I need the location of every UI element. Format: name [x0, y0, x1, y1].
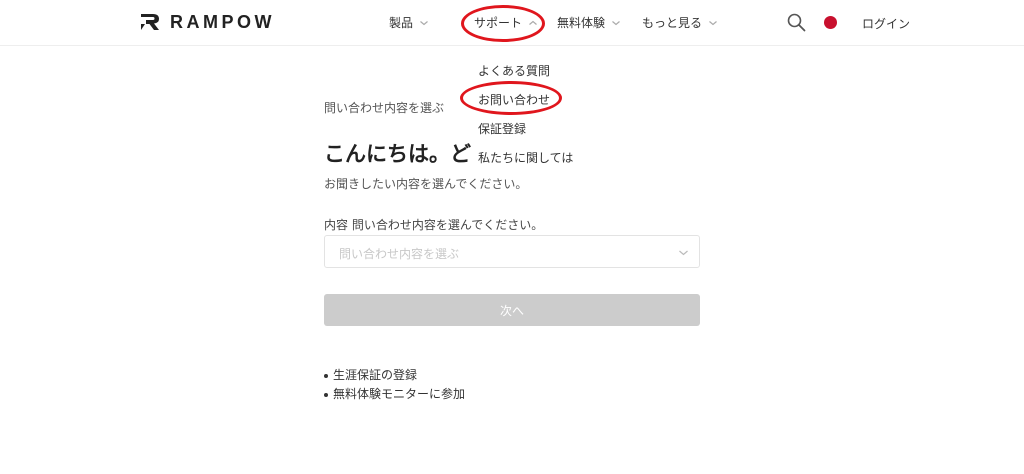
search-icon[interactable] — [787, 13, 806, 32]
support-dropdown-menu: よくある質問 お問い合わせ 保証登録 私たちに関しては — [462, 53, 582, 178]
login-link[interactable]: ログイン — [862, 15, 910, 32]
inquiry-type-select[interactable]: 問い合わせ内容を選ぶ — [324, 235, 700, 268]
rampow-logo[interactable]: RAMPOW — [140, 10, 275, 34]
japan-flag-icon[interactable] — [824, 16, 837, 29]
select-placeholder: 問い合わせ内容を選ぶ — [339, 247, 460, 261]
nav-free-trial-label: 無料体験 — [557, 16, 606, 30]
bullet — [324, 392, 328, 397]
menu-item-about-us[interactable]: 私たちに関しては — [478, 149, 573, 166]
bullet — [324, 373, 328, 378]
nav-free-trial[interactable]: 無料体験 — [557, 14, 621, 31]
logo-text: RAMPOW — [170, 11, 275, 32]
menu-item-warranty-registration[interactable]: 保証登録 — [478, 120, 526, 137]
chevron-down-icon — [420, 20, 428, 25]
rampow-logo-icon — [141, 14, 159, 30]
link-lifetime-warranty-label: 生涯保証の登録 — [333, 368, 418, 382]
nav-more-label: もっと見る — [642, 16, 703, 30]
red-highlight-circle-contact — [460, 81, 562, 115]
chevron-down-icon — [612, 20, 620, 25]
nav-products-label: 製品 — [389, 16, 414, 30]
link-free-trial-monitor-label: 無料体験モニターに参加 — [333, 387, 466, 401]
chevron-down-icon — [709, 20, 717, 25]
next-button[interactable]: 次へ — [324, 294, 700, 326]
chevron-down-icon — [679, 250, 688, 256]
breadcrumb: 問い合わせ内容を選ぶ — [324, 101, 445, 115]
link-lifetime-warranty[interactable]: 生涯保証の登録 — [324, 366, 465, 385]
link-free-trial-monitor[interactable]: 無料体験モニターに参加 — [324, 385, 465, 404]
menu-item-faq[interactable]: よくある質問 — [478, 62, 550, 79]
page-title: こんにちは。ど — [324, 142, 471, 166]
extra-links-list: 生涯保証の登録 無料体験モニターに参加 — [324, 366, 465, 404]
nav-more[interactable]: もっと見る — [642, 14, 718, 31]
red-highlight-circle-support — [461, 5, 545, 42]
nav-products[interactable]: 製品 — [389, 14, 429, 31]
inquiry-type-label: 内容 問い合わせ内容を選んでください。 — [324, 218, 544, 232]
page-subtitle: お聞きしたい内容を選んでください。 — [324, 177, 528, 191]
